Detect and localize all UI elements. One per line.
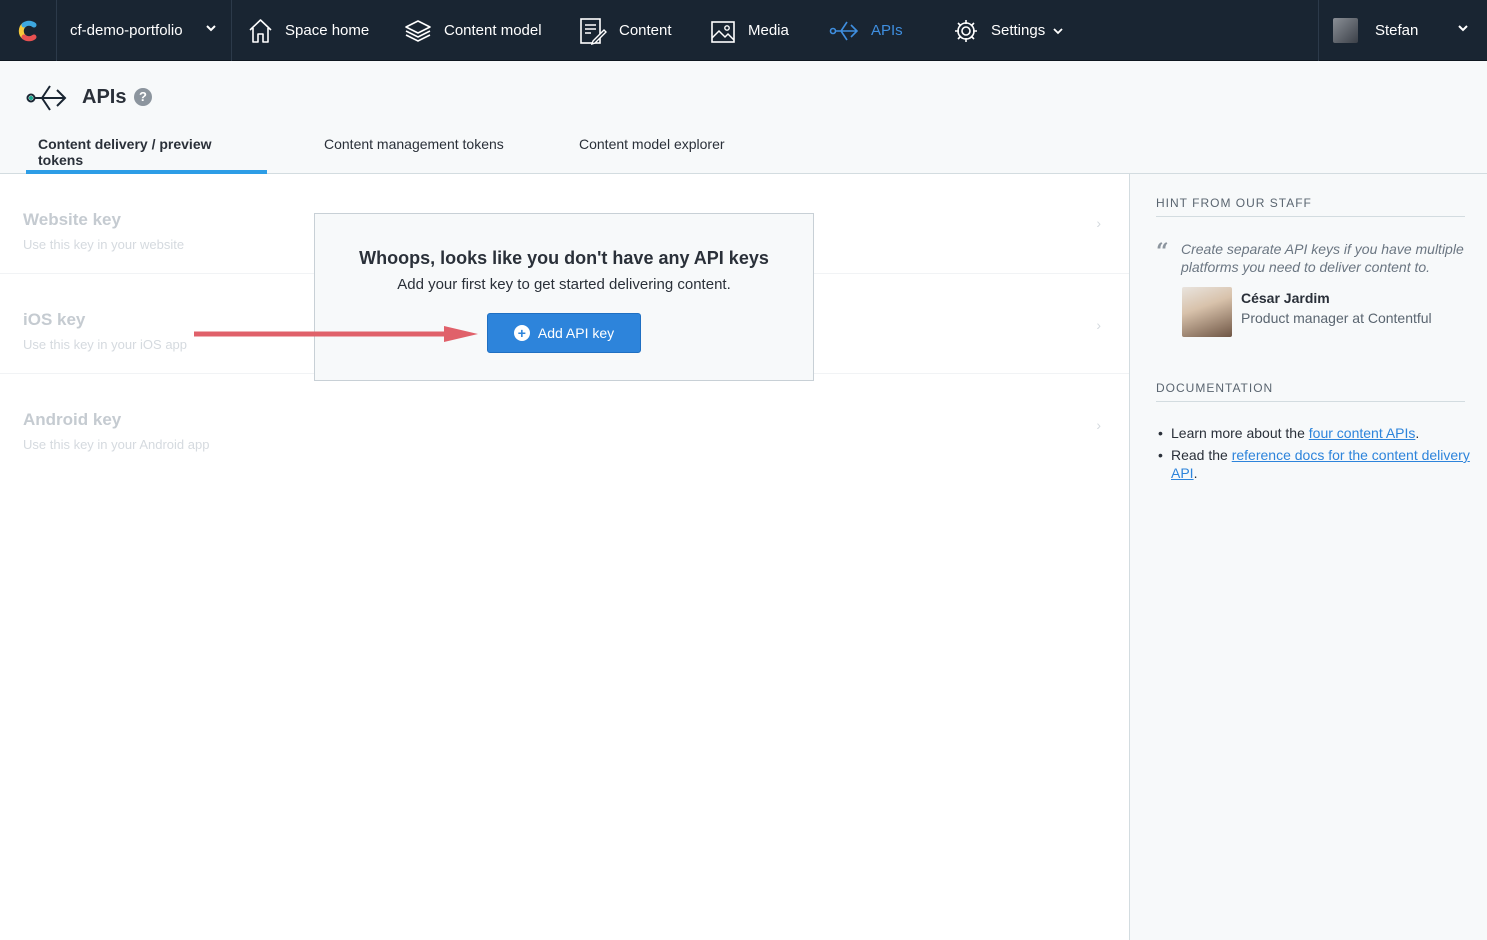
chevron-down-icon <box>1053 27 1063 34</box>
empty-state-heading: Whoops, looks like you don't have any AP… <box>359 248 769 268</box>
button-label: Add API key <box>537 325 615 341</box>
key-desc: Use this key in your iOS app <box>23 337 188 352</box>
nav-label: Settings <box>991 22 1046 39</box>
nav-media[interactable]: Media <box>710 0 789 61</box>
list-item: Android key Use this key in your Android… <box>0 374 1129 474</box>
four-content-apis-link[interactable]: four content APIs <box>1309 425 1416 441</box>
staff-role: Product manager at Contentful <box>1241 310 1432 326</box>
annotation-arrow-icon <box>194 326 478 342</box>
avatar <box>1182 287 1232 337</box>
key-title: Website key <box>23 210 121 229</box>
nav-label: Space home <box>285 22 370 39</box>
doc-text: Learn more about the <box>1171 425 1309 441</box>
nav-label: Media <box>748 22 789 39</box>
empty-state-subtext: Add your first key to get started delive… <box>397 276 731 293</box>
user-menu[interactable]: Stefan <box>1318 0 1487 61</box>
contentful-logo[interactable] <box>0 0 57 61</box>
tab-content-delivery[interactable]: Content delivery / preview tokens <box>26 134 267 174</box>
top-nav-bar: cf-demo-portfolio Space home Content mod… <box>0 0 1487 61</box>
space-selector[interactable]: cf-demo-portfolio <box>57 0 232 61</box>
hint-text: Create separate API keys if you have mul… <box>1181 241 1464 275</box>
doc-text: Read the <box>1171 447 1232 463</box>
key-title: iOS key <box>23 310 86 329</box>
chevron-down-icon <box>206 25 216 32</box>
chevron-right-icon: › <box>1096 215 1101 231</box>
content-edit-icon <box>580 17 607 45</box>
image-icon <box>711 20 735 43</box>
chevron-right-icon: › <box>1096 417 1101 433</box>
nav-label: APIs <box>871 22 903 39</box>
chevron-right-icon: › <box>1096 317 1101 333</box>
plus-circle-icon: + <box>513 325 530 341</box>
tab-content-model-explorer[interactable]: Content model explorer <box>567 134 737 174</box>
list-item: Learn more about the four content APIs. <box>1156 424 1476 442</box>
space-name: cf-demo-portfolio <box>70 22 183 39</box>
documentation-list: Learn more about the four content APIs. … <box>1156 424 1476 486</box>
key-desc: Use this key in your website <box>23 237 185 252</box>
nav-label: Content <box>619 22 672 39</box>
nav-settings[interactable]: Settings <box>953 0 1063 61</box>
tab-content-management[interactable]: Content management tokens <box>312 134 516 174</box>
staff-name: César Jardim <box>1241 290 1330 306</box>
quote-icon: “ <box>1156 239 1169 265</box>
sidebar: HINT FROM OUR STAFF “ Create separate AP… <box>1129 174 1487 940</box>
chevron-down-icon <box>1458 25 1468 32</box>
avatar <box>1333 18 1358 43</box>
nav-content[interactable]: Content <box>579 0 672 61</box>
api-icon <box>829 21 859 40</box>
empty-state-panel: Whoops, looks like you don't have any AP… <box>314 213 814 381</box>
key-title: Android key <box>23 410 122 429</box>
nav-space-home[interactable]: Space home <box>248 0 369 61</box>
hint-heading: HINT FROM OUR STAFF <box>1156 196 1465 217</box>
doc-text: . <box>1415 425 1420 441</box>
list-item: Read the reference docs for the content … <box>1156 446 1476 482</box>
home-icon <box>249 18 272 43</box>
page-header: APIs ? Content delivery / preview tokens… <box>0 61 1487 174</box>
nav-apis[interactable]: APIs <box>829 0 903 61</box>
key-desc: Use this key in your Android app <box>23 437 210 452</box>
help-icon[interactable]: ? <box>134 88 152 106</box>
api-icon <box>26 85 67 111</box>
layers-icon <box>405 19 431 42</box>
documentation-heading: DOCUMENTATION <box>1156 381 1465 402</box>
add-api-key-button[interactable]: + Add API key <box>487 313 641 353</box>
user-name: Stefan <box>1375 22 1419 39</box>
doc-text: . <box>1193 465 1198 481</box>
nav-label: Content model <box>444 22 542 39</box>
page-title: APIs <box>82 86 127 108</box>
gear-icon <box>955 19 977 42</box>
nav-content-model[interactable]: Content model <box>404 0 542 61</box>
